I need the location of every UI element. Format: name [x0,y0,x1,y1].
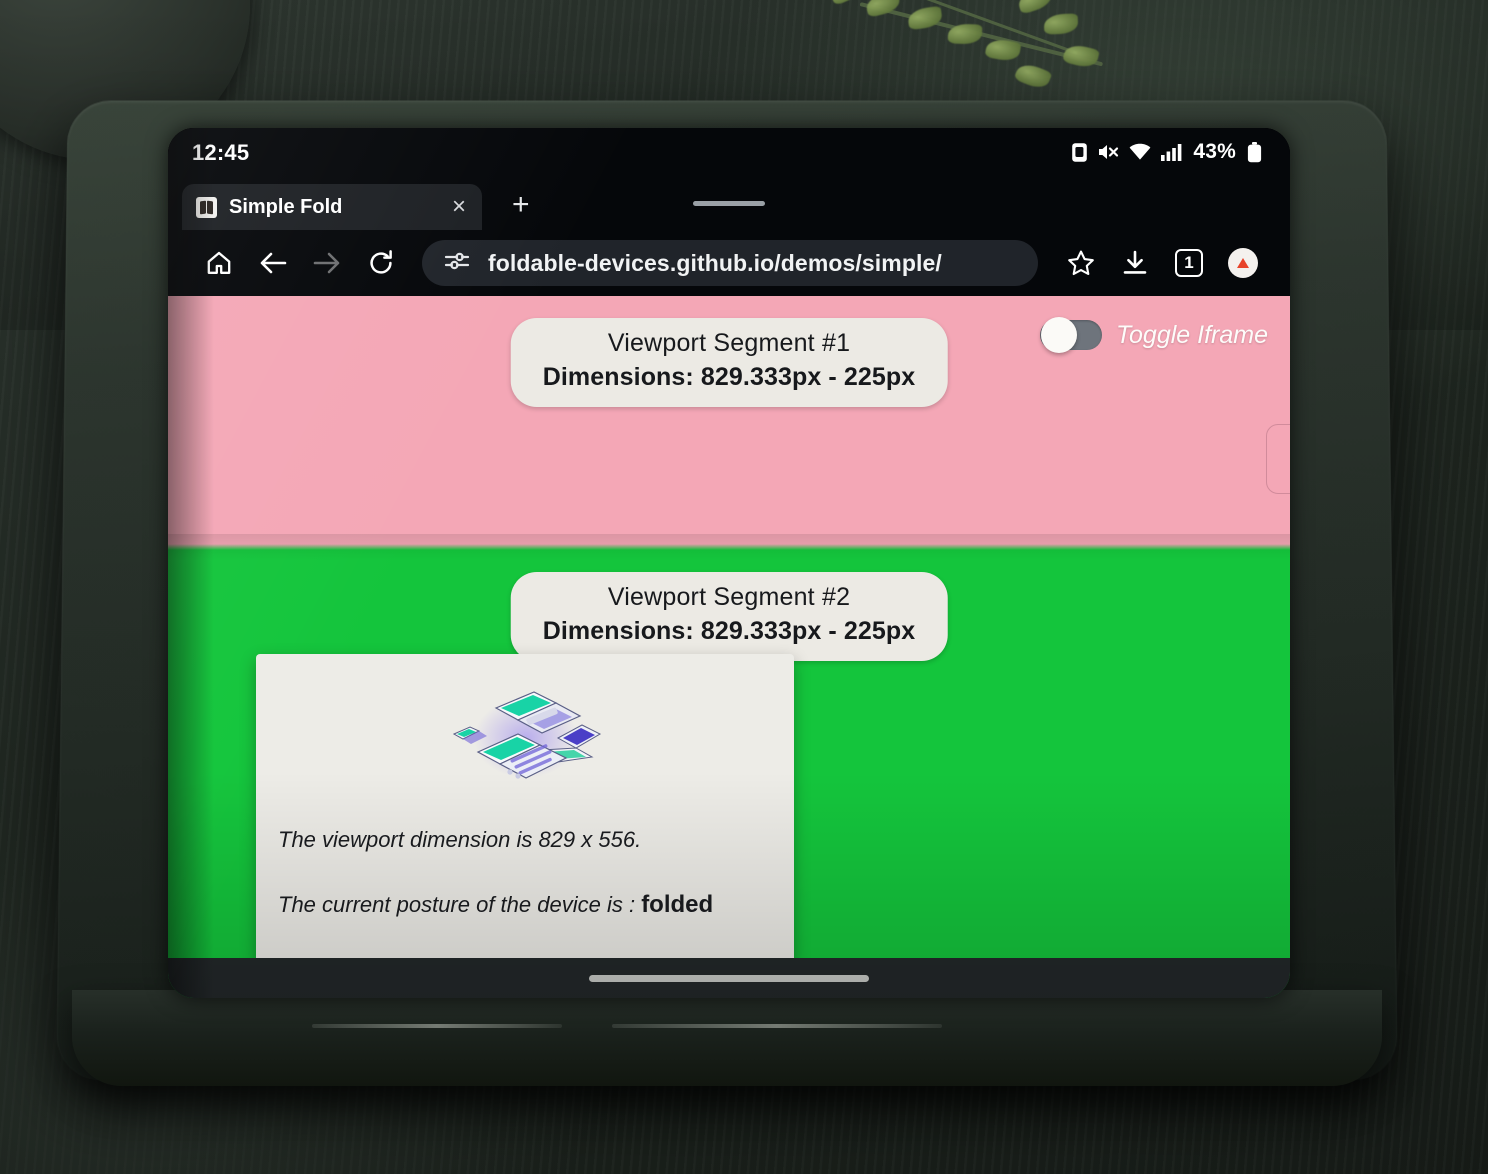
viewport-dimension-text: The viewport dimension is 829 x 556. [278,827,642,852]
segment-1-dimensions: Dimensions: 829.333px - 225px [542,362,916,391]
toggle-iframe-switch[interactable] [1040,317,1103,353]
status-bar: 12:45 43% [168,128,1290,176]
segment-2-info: Viewport Segment #2 Dimensions: 829.333p… [510,572,948,661]
info-card: The viewport dimension is 829 x 556. The… [256,654,794,962]
cellular-signal-icon [1161,142,1182,162]
web-content: Viewport Segment #1 Dimensions: 829.333p… [168,296,1290,998]
posture-text: The current posture of the device is : f… [278,889,772,920]
home-icon[interactable] [192,236,246,290]
tab-strip: Simple Fold × + [168,176,1290,230]
system-gesture-bar[interactable] [168,958,1290,998]
posture-value: folded [641,890,714,918]
battery-icon [1247,141,1262,163]
toggle-iframe-label: Toggle Iframe [1116,320,1268,349]
segment-1-label: Viewport Segment #1 [607,329,851,357]
tab-title: Simple Fold [229,195,343,218]
viewport-segment-2: Viewport Segment #2 Dimensions: 829.333p… [168,550,1290,998]
segment-1-info: Viewport Segment #1 Dimensions: 829.333p… [510,318,948,407]
back-arrow-icon[interactable] [246,236,300,290]
device-screen: 12:45 43% Simple Fold × + foldable-devic… [168,128,1290,998]
window-drag-handle[interactable] [693,201,765,206]
segment-2-dimensions: Dimensions: 829.333px - 225px [542,616,916,645]
download-icon[interactable] [1108,236,1162,290]
device-bezel: 12:45 43% Simple Fold × + foldable-devic… [168,128,1290,998]
toggle-iframe-control[interactable]: Toggle Iframe [1040,317,1268,353]
foldable-devices-illustration [278,672,772,800]
viewport-segment-1: Viewport Segment #1 Dimensions: 829.333p… [168,296,1290,544]
new-tab-button[interactable]: + [512,190,530,220]
status-clock: 12:45 [192,140,250,165]
screenshot-icon [1071,142,1088,163]
forward-arrow-icon[interactable] [300,236,354,290]
wifi-icon [1128,142,1152,162]
tab-counter-button[interactable]: 1 [1162,236,1216,290]
photo-scene: 12:45 43% Simple Fold × + foldable-devic… [0,0,1488,1174]
close-tab-icon[interactable]: × [448,195,470,219]
segment-2-label: Viewport Segment #2 [607,583,851,611]
tab-favicon-icon [196,196,217,218]
address-bar[interactable]: foldable-devices.github.io/demos/simple/ [422,240,1038,286]
mute-icon [1097,142,1119,162]
reload-icon[interactable] [354,236,408,290]
page-edge-marker [1266,424,1290,494]
tab-count-label: 1 [1175,249,1203,277]
address-bar-url: foldable-devices.github.io/demos/simple/ [488,249,942,276]
tune-icon[interactable] [444,250,470,277]
browser-toolbar: foldable-devices.github.io/demos/simple/… [168,230,1290,296]
plant-decoration [820,0,1140,114]
browser-tab[interactable]: Simple Fold × [182,184,482,230]
profile-update-icon[interactable] [1216,236,1270,290]
home-gesture-pill-icon[interactable] [589,974,869,982]
device-front-edge [72,990,1382,1086]
battery-percentage: 43% [1193,140,1236,163]
star-icon[interactable] [1054,236,1108,290]
posture-prefix: The current posture of the device is : [278,891,642,917]
